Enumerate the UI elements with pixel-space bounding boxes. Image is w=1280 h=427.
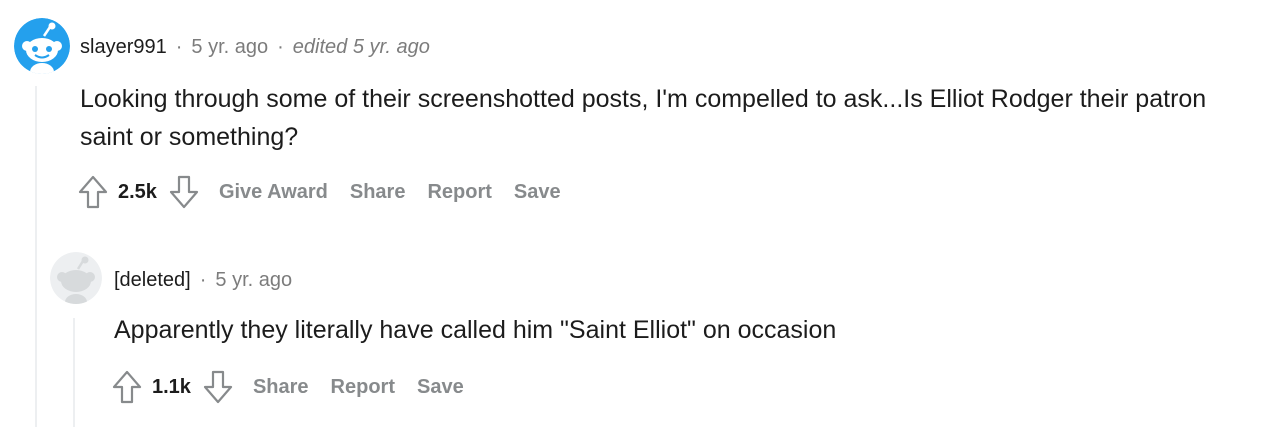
meta-separator: · — [277, 36, 284, 58]
comment-actions: 2.5k Give Award Share Report Save — [76, 172, 583, 212]
give-award-button[interactable]: Give Award — [219, 181, 328, 204]
meta-separator: · — [175, 36, 183, 58]
timestamp[interactable]: 5 yr. ago — [191, 36, 268, 59]
upvote-icon[interactable] — [110, 369, 144, 405]
comment-meta: slayer991 · 5 yr. ago · edited 5 yr. ago — [80, 36, 430, 59]
snoo-avatar-icon[interactable] — [14, 18, 70, 74]
edited-label: edited 5 yr. ago — [292, 36, 430, 58]
username[interactable]: slayer991 — [80, 36, 167, 59]
save-button[interactable]: Save — [514, 181, 561, 204]
report-button[interactable]: Report — [427, 181, 491, 204]
thread-line[interactable] — [73, 318, 75, 427]
share-button[interactable]: Share — [253, 376, 309, 399]
comment-meta: [deleted] · 5 yr. ago — [114, 269, 292, 292]
vote-score: 2.5k — [118, 180, 157, 203]
thread-line[interactable] — [35, 86, 37, 427]
comment-body: Looking through some of their screenshot… — [80, 85, 1207, 151]
comment-actions: 1.1k Share Report Save — [110, 367, 486, 407]
upvote-icon[interactable] — [76, 174, 110, 210]
deleted-avatar-icon — [50, 252, 102, 304]
report-button[interactable]: Report — [331, 376, 395, 399]
save-button[interactable]: Save — [417, 376, 464, 399]
meta-separator: · — [199, 269, 207, 291]
downvote-icon[interactable] — [201, 369, 235, 405]
downvote-icon[interactable] — [167, 174, 201, 210]
share-button[interactable]: Share — [350, 181, 406, 204]
timestamp[interactable]: 5 yr. ago — [215, 269, 292, 292]
vote-score: 1.1k — [152, 375, 191, 398]
username: [deleted] — [114, 269, 191, 291]
comment-body: Apparently they literally have called hi… — [114, 316, 837, 344]
